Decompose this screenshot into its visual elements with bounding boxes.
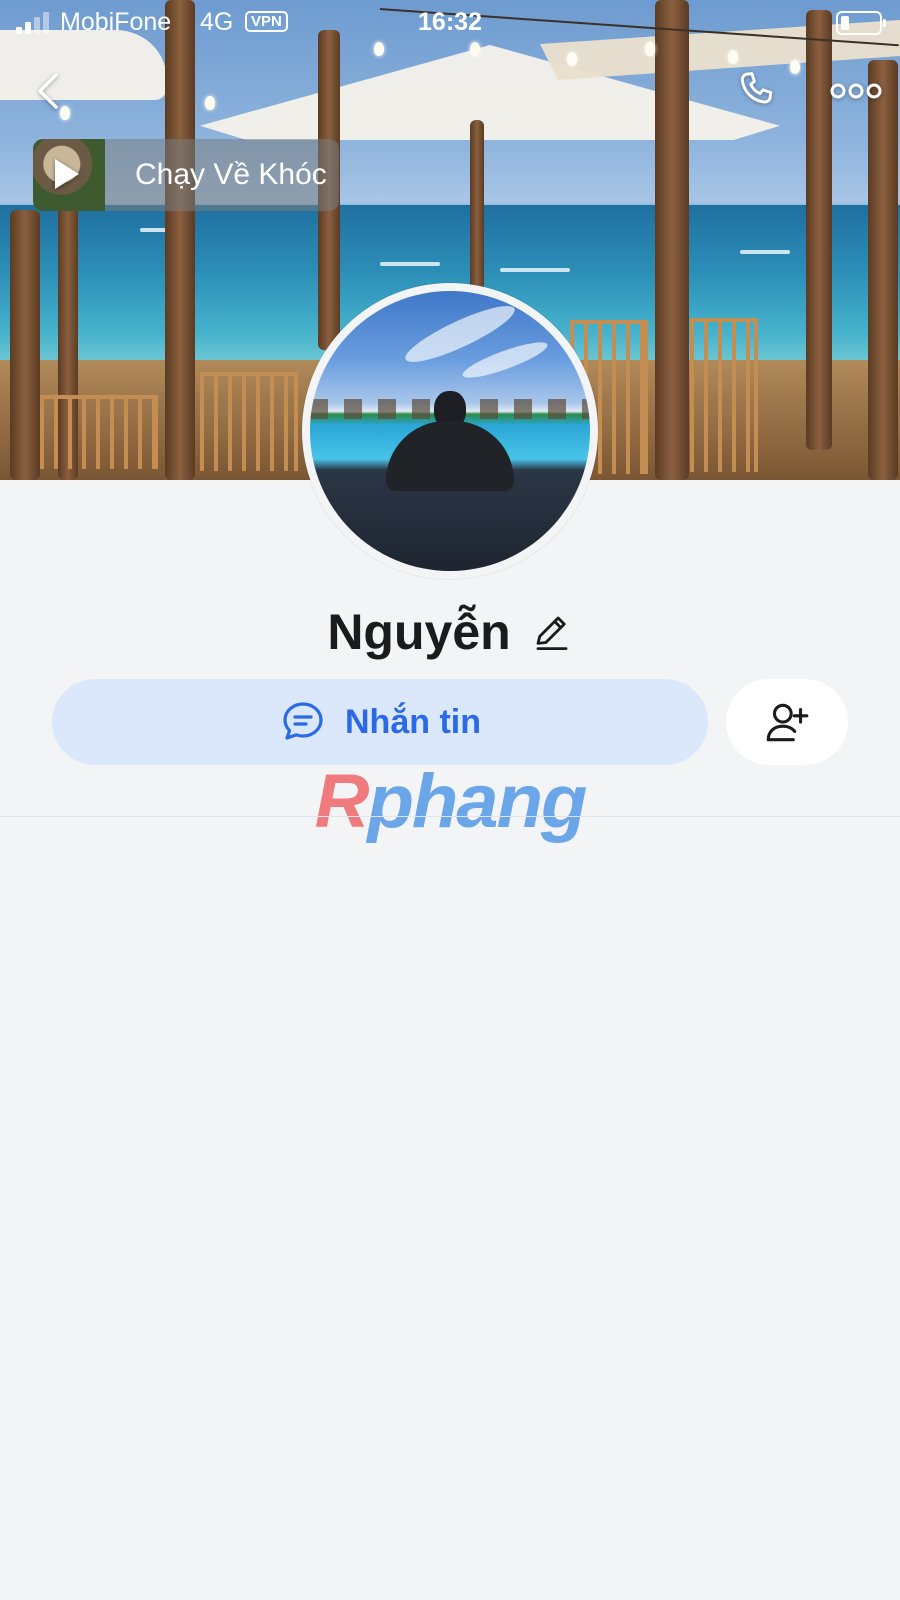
- avatar[interactable]: [302, 283, 598, 579]
- play-icon: [55, 159, 79, 189]
- profile-name: Nguyễn: [327, 604, 511, 660]
- cover-post: [470, 120, 484, 290]
- status-bar: MobiFone 4G VPN 16:32: [0, 0, 900, 46]
- watermark-part1: R: [314, 759, 370, 844]
- message-button-label: Nhắn tin: [345, 702, 481, 741]
- cover-surf: [380, 262, 440, 266]
- more-button[interactable]: [824, 64, 888, 118]
- light-bulb: [790, 60, 800, 74]
- section-divider: [0, 816, 900, 817]
- edit-pencil-icon[interactable]: [531, 611, 573, 653]
- chevron-left-icon: [38, 73, 58, 109]
- music-thumbnail: [33, 139, 105, 211]
- cover-surf: [500, 268, 570, 272]
- watermark-logo: Rphang: [0, 758, 900, 845]
- call-button[interactable]: [730, 64, 784, 118]
- cover-post: [868, 60, 898, 480]
- cover-post: [655, 0, 689, 480]
- status-time: 16:32: [418, 8, 482, 36]
- add-friend-button[interactable]: [726, 679, 848, 765]
- avatar-photo: [310, 291, 590, 571]
- cover-post: [165, 0, 195, 480]
- more-dots-icon: [830, 83, 882, 99]
- music-title: Chạy Về Khóc: [135, 158, 327, 191]
- message-button[interactable]: Nhắn tin: [52, 679, 708, 765]
- chat-bubble-icon: [283, 702, 323, 740]
- cover-chair: [690, 318, 758, 472]
- light-bulb: [567, 52, 577, 66]
- name-row: Nguyễn: [0, 600, 900, 664]
- cover-surf: [740, 250, 790, 254]
- light-bulb: [205, 96, 215, 110]
- cover-chair: [40, 395, 158, 469]
- add-user-icon: [766, 703, 809, 742]
- battery-icon: [836, 11, 886, 35]
- light-bulb: [728, 50, 738, 64]
- profile-music[interactable]: Chạy Về Khóc: [33, 139, 339, 211]
- watermark-part2: phang: [367, 759, 587, 844]
- phone-icon: [740, 72, 773, 104]
- cover-chair: [200, 372, 298, 471]
- cover-post: [10, 210, 40, 480]
- back-button[interactable]: [22, 64, 76, 118]
